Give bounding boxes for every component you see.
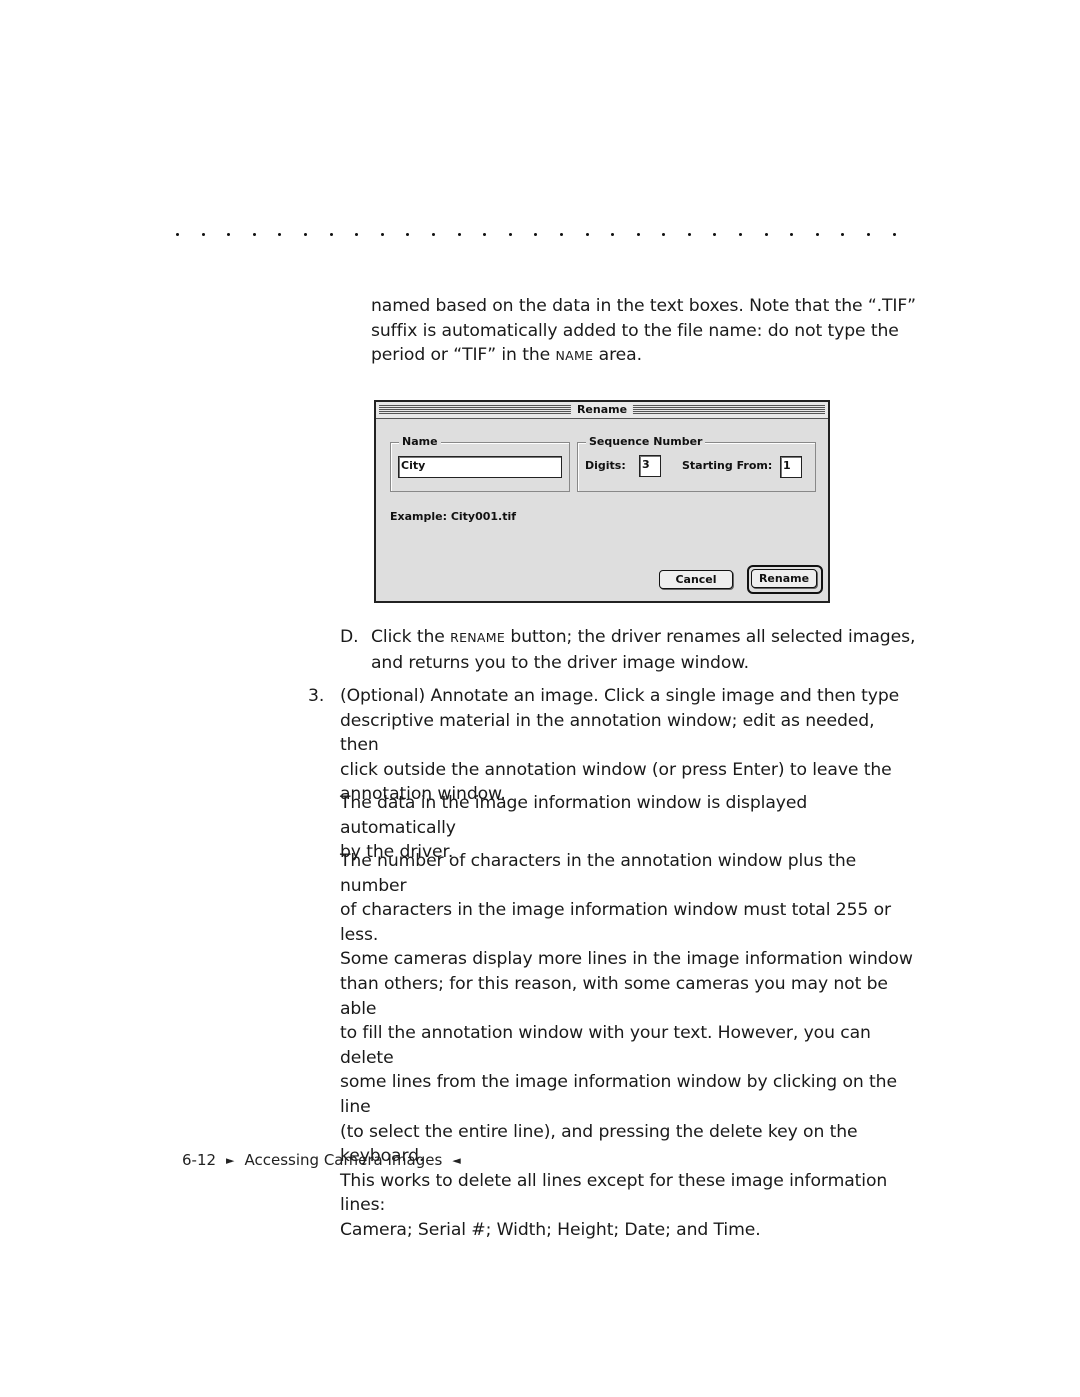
sequence-number-group: Sequence Number Digits: 3 Starting From:…	[577, 435, 816, 492]
dialog-title: Rename	[570, 403, 634, 416]
step-3-marker: 3.	[308, 686, 325, 706]
dot	[483, 233, 487, 236]
small-caps-term: Name	[555, 348, 594, 364]
step-3: 3. (Optional) Annotate an image. Click a…	[308, 684, 908, 807]
text: period or “TIF” in the	[371, 345, 556, 366]
dot	[585, 233, 589, 236]
step-3-line: descriptive material in the annotation w…	[340, 710, 875, 756]
paragraph-line: of characters in the image information w…	[340, 900, 891, 945]
dot	[713, 233, 717, 236]
starting-from-label: Starting From:	[682, 459, 773, 472]
paragraph-line: The data in the image information window…	[340, 793, 808, 838]
step-3-line: (Optional) Annotate an image. Click a si…	[340, 686, 900, 706]
dot	[303, 233, 307, 236]
dot	[355, 233, 359, 236]
paragraph-line: than others; for this reason, with some …	[340, 973, 888, 1019]
page-number: 6-12	[182, 1151, 217, 1169]
paragraph-line: The number of characters in the annotati…	[340, 851, 857, 896]
small-caps-term: Rename	[450, 630, 506, 645]
intro-line: period or “TIF” in the Name area.	[371, 343, 916, 369]
digits-input[interactable]: 3	[639, 455, 661, 477]
dot	[380, 233, 384, 236]
dot	[431, 233, 435, 236]
intro-line: named based on the data in the text boxe…	[371, 296, 916, 316]
dot	[176, 233, 179, 236]
page-footer: 6-12 ► Accessing Camera Images ◄	[182, 1151, 461, 1169]
name-group: Name City	[390, 435, 570, 492]
paragraph-line: to fill the annotation window with your …	[340, 1023, 871, 1068]
dotted-rule	[176, 233, 896, 236]
dot	[457, 233, 461, 236]
dot	[559, 233, 563, 236]
dot	[406, 233, 410, 236]
text: area.	[593, 345, 642, 366]
sequence-number-label: Sequence Number	[586, 435, 706, 448]
name-group-label: Name	[399, 435, 441, 448]
starting-from-input[interactable]: 1	[780, 456, 802, 478]
dot	[534, 233, 538, 236]
dot	[841, 233, 845, 236]
intro-paragraph: named based on the data in the text boxe…	[371, 294, 916, 369]
section-title: Accessing Camera Images	[244, 1151, 443, 1169]
step-d-line: Click the Rename button; the driver rena…	[371, 625, 920, 651]
paragraph-line: Camera; Serial #; Width; Height; Date; a…	[340, 1219, 761, 1240]
dot	[739, 233, 743, 236]
paragraph-line: some lines from the image information wi…	[340, 1072, 897, 1117]
dot	[662, 233, 666, 236]
dot	[687, 233, 691, 236]
dot	[611, 233, 615, 236]
characters-paragraph: The number of characters in the annotati…	[340, 849, 920, 1243]
dot	[329, 233, 333, 236]
intro-line: suffix is automatically added to the fil…	[371, 320, 899, 341]
step-d: D. Click the Rename button; the driver r…	[340, 625, 920, 675]
dot	[636, 233, 640, 236]
paragraph-line: Some cameras display more lines in the i…	[340, 949, 913, 970]
left-triangle-icon: ◄	[452, 1153, 461, 1167]
dot	[764, 233, 768, 236]
dot	[867, 233, 871, 236]
digits-label: Digits:	[585, 459, 626, 472]
step-d-marker: D.	[340, 627, 359, 647]
rename-dialog: Rename Name City Sequence Number Digits:…	[374, 400, 830, 603]
dot	[815, 233, 819, 236]
step-3-line: click outside the annotation window (or …	[340, 759, 892, 780]
dot	[201, 233, 205, 236]
text: Click the	[371, 627, 451, 647]
dot	[790, 233, 794, 236]
dot	[508, 233, 512, 236]
dot	[892, 233, 896, 236]
dot	[227, 233, 231, 236]
example-text: Example: City001.tif	[390, 510, 517, 523]
step-d-line: and returns you to the driver image wind…	[371, 652, 750, 673]
paragraph-line: This works to delete all lines except fo…	[340, 1170, 888, 1216]
right-triangle-icon: ►	[226, 1153, 235, 1167]
cancel-button[interactable]: Cancel	[659, 570, 733, 589]
title-bar[interactable]: Rename	[376, 402, 828, 419]
rename-button[interactable]: Rename	[751, 569, 817, 588]
dot	[278, 233, 282, 236]
dot	[252, 233, 256, 236]
name-input[interactable]: City	[398, 456, 562, 478]
text: button; the driver renames all selected …	[505, 627, 916, 647]
